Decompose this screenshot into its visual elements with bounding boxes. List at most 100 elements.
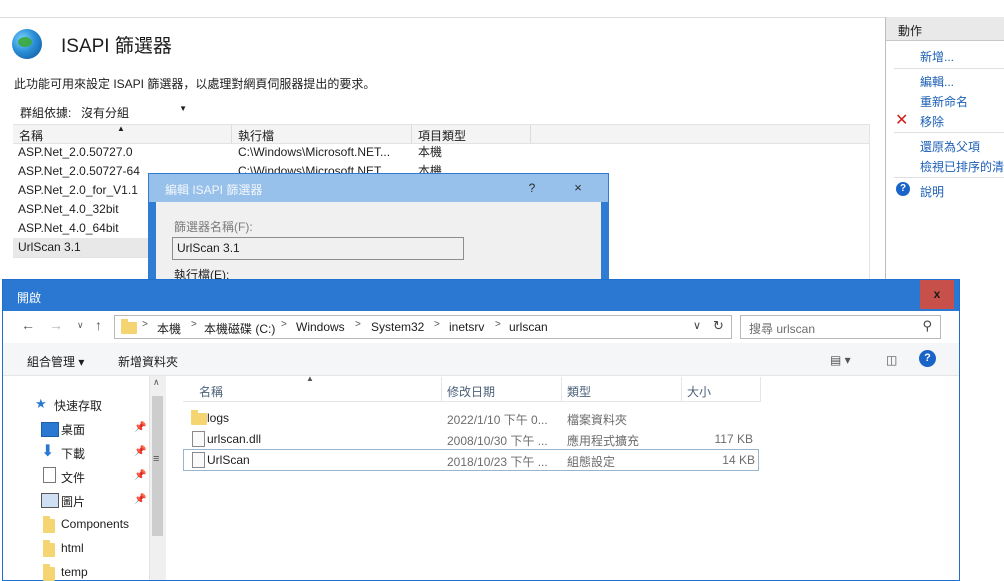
open-file-dialog: 開啟 x ← → ∨ ↑ > 本機 > 本機磁碟 (C:) > Windows …	[2, 279, 960, 581]
sort-ascending-icon: ▲	[117, 124, 125, 133]
address-history-dropdown-icon[interactable]: ∨	[693, 319, 701, 332]
add-action[interactable]: 新增...	[920, 48, 954, 65]
column-header-name[interactable]: 名稱	[19, 127, 43, 144]
file-row[interactable]: urlscan.dll 2008/10/30 下午 ... 應用程式擴充 117…	[183, 429, 757, 449]
group-by-label: 群組依據:	[20, 106, 72, 120]
sort-ascending-icon: ▲	[306, 374, 314, 383]
file-date: 2022/1/10 下午 0...	[447, 413, 548, 427]
dll-file-icon	[192, 431, 205, 447]
filter-name: ASP.Net_2.0.50727.0	[18, 145, 133, 159]
nav-item-documents[interactable]: 文件	[61, 469, 85, 486]
filter-row[interactable]: ASP.Net_4.0_64bit	[13, 219, 158, 238]
preview-pane-icon[interactable]: ◫	[886, 353, 897, 367]
edit-dialog-help-button[interactable]: ?	[509, 174, 555, 202]
help-action[interactable]: 說明	[920, 183, 944, 200]
file-name: logs	[207, 411, 230, 425]
breadcrumb-item[interactable]: inetsrv	[449, 320, 484, 334]
nav-item-temp[interactable]: temp	[61, 565, 88, 579]
edit-dialog-titlebar: 編輯 ISAPI 篩選器 ? ×	[149, 174, 608, 202]
organize-button[interactable]: 組合管理 ▾	[27, 353, 84, 370]
remove-action[interactable]: 移除	[920, 113, 944, 130]
refresh-icon[interactable]: ↻	[713, 318, 724, 334]
rename-action[interactable]: 重新命名	[920, 93, 968, 110]
view-options-icon[interactable]: ▤ ▾	[830, 353, 851, 367]
nav-item-desktop[interactable]: 桌面	[61, 421, 85, 438]
page-title: ISAPI 篩選器	[61, 36, 172, 57]
file-type: 應用程式擴充	[567, 434, 640, 448]
file-type: 檔案資料夾	[567, 413, 628, 427]
file-date: 2018/10/23 下午 ...	[447, 455, 548, 469]
open-dialog-close-button[interactable]: x	[920, 280, 954, 309]
recent-dropdown-icon[interactable]: ∨	[77, 320, 84, 331]
search-box[interactable]: 搜尋 urlscan ⚲	[740, 315, 941, 339]
globe-icon	[12, 29, 42, 59]
column-header-date[interactable]: 修改日期	[447, 383, 495, 400]
command-bar: 組合管理 ▾ 新增資料夾 ▤ ▾ ◫ ?	[3, 343, 959, 376]
scrollbar-thumb[interactable]	[152, 396, 163, 536]
grip-icon: ≡	[153, 453, 160, 465]
pin-icon: 📌	[134, 470, 147, 481]
search-icon: ⚲	[922, 318, 932, 333]
filter-row[interactable]: ASP.Net_4.0_32bit	[13, 200, 158, 219]
column-header-size[interactable]: 大小	[687, 383, 711, 400]
breadcrumb-item[interactable]: System32	[371, 320, 424, 334]
file-size: 117 KB	[714, 432, 753, 446]
help-icon[interactable]: ?	[919, 350, 936, 367]
column-header-type[interactable]: 類型	[567, 383, 591, 400]
breadcrumb-item[interactable]: Windows	[296, 320, 345, 334]
folder-icon	[121, 319, 137, 334]
filter-name: UrlScan 3.1	[18, 240, 81, 254]
filter-name-input[interactable]: UrlScan 3.1	[172, 237, 464, 260]
edit-isapi-filter-dialog: 編輯 ISAPI 篩選器 ? × 篩選器名稱(F): UrlScan 3.1 執…	[148, 173, 609, 285]
navigation-pane: ★ 快速存取 桌面 📌 ⬇ 下載 📌 文件 📌 圖片 📌 Components …	[3, 376, 165, 581]
column-header-entry-type[interactable]: 項目類型	[418, 127, 466, 144]
filter-name: ASP.Net_2.0_for_V1.1	[18, 183, 138, 197]
star-icon: ★	[35, 396, 47, 411]
nav-scrollbar[interactable]: ∧ ≡	[149, 376, 166, 580]
group-by-select[interactable]: 沒有分組 ▼	[76, 101, 191, 120]
help-icon: ?	[896, 182, 910, 196]
dropdown-arrow-icon: ▼	[179, 104, 187, 113]
breadcrumb-item[interactable]: 本機	[157, 320, 181, 337]
back-arrow-icon[interactable]: ←	[21, 317, 35, 333]
filter-row[interactable]: ASP.Net_2.0_for_V1.1	[13, 181, 158, 200]
file-size: 14 KB	[722, 453, 755, 467]
nav-item-html[interactable]: html	[61, 541, 84, 555]
nav-item-quick-access[interactable]: 快速存取	[54, 397, 102, 414]
new-folder-button[interactable]: 新增資料夾	[118, 353, 178, 370]
filter-exe: C:\Windows\Microsoft.NET...	[238, 164, 391, 173]
pin-icon: 📌	[134, 446, 147, 457]
view-ordered-list-action[interactable]: 檢視已排序的清	[920, 158, 1004, 175]
filter-row[interactable]: ASP.Net_2.0.50727-64	[13, 162, 158, 181]
column-header-name[interactable]: 名稱	[199, 383, 223, 400]
breadcrumb-item[interactable]: 本機磁碟 (C:)	[204, 320, 275, 337]
filter-name: ASP.Net_2.0.50727-64	[18, 164, 140, 178]
address-bar[interactable]: > 本機 > 本機磁碟 (C:) > Windows > System32 > …	[114, 315, 732, 339]
edit-dialog-close-button[interactable]: ×	[555, 174, 601, 202]
file-date: 2008/10/30 下午 ...	[447, 434, 548, 448]
search-input[interactable]: 搜尋 urlscan	[749, 320, 815, 337]
filter-row[interactable]: ASP.Net_2.0.50727.0	[13, 143, 158, 162]
up-arrow-icon[interactable]: ↑	[95, 317, 102, 333]
filter-row-selected[interactable]: UrlScan 3.1	[13, 238, 158, 257]
config-file-icon	[192, 452, 205, 468]
pin-icon: 📌	[134, 422, 147, 433]
column-header-executable[interactable]: 執行檔	[238, 127, 274, 144]
nav-item-components[interactable]: Components	[61, 517, 129, 531]
folder-icon	[43, 516, 55, 533]
feature-description: 此功能可用來設定 ISAPI 篩選器，以處理對網頁伺服器提出的要求。	[14, 77, 376, 91]
nav-item-pictures[interactable]: 圖片	[61, 493, 85, 510]
revert-to-parent-action[interactable]: 還原為父項	[920, 138, 980, 155]
file-list-header: ▲ 名稱 修改日期 類型 大小	[183, 374, 761, 402]
folder-icon	[43, 540, 55, 557]
filter-exe: C:\Windows\Microsoft.NET...	[238, 145, 391, 159]
file-type: 組態設定	[567, 455, 616, 469]
scroll-up-icon[interactable]: ∧	[153, 377, 160, 388]
forward-arrow-icon[interactable]: →	[49, 317, 63, 333]
filter-list-header: 名稱 執行檔 項目類型	[13, 124, 869, 144]
file-row[interactable]: logs 2022/1/10 下午 0... 檔案資料夾	[183, 408, 757, 428]
breadcrumb-item[interactable]: urlscan	[509, 320, 548, 334]
file-row-selected[interactable]: UrlScan 2018/10/23 下午 ... 組態設定 14 KB	[183, 449, 759, 471]
edit-action[interactable]: 編輯...	[920, 73, 954, 90]
nav-item-downloads[interactable]: 下載	[61, 445, 85, 462]
